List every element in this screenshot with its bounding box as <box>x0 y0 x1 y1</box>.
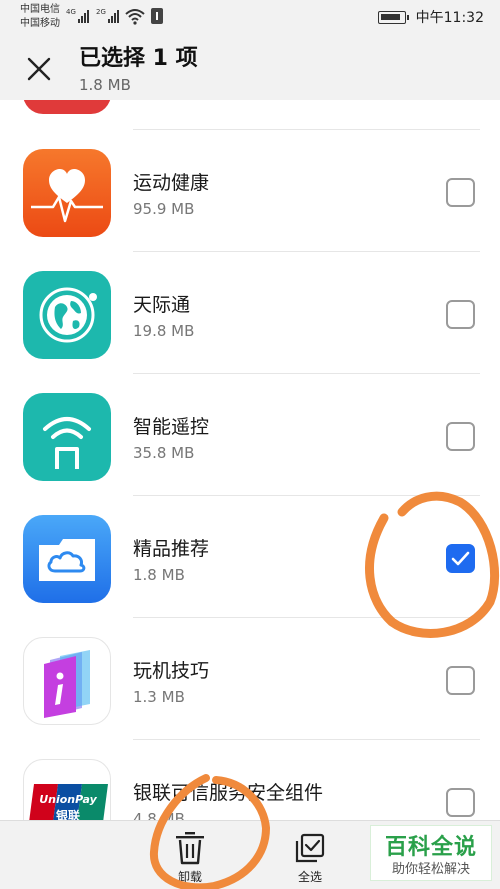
cloud-folder-icon <box>23 515 111 603</box>
uninstall-label: 卸载 <box>177 870 202 884</box>
battery-icon <box>378 11 409 24</box>
status-bar: 中国电信 中国移动 4G 2G 中午11:32 <box>0 0 500 34</box>
heart-icon <box>23 149 111 237</box>
carrier-labels: 中国电信 中国移动 <box>20 3 60 31</box>
list-item[interactable]: 精品推荐 1.8 MB <box>0 496 500 618</box>
remote-icon <box>23 393 111 481</box>
app-name: 运动健康 <box>133 172 210 194</box>
wifi-icon <box>125 9 145 25</box>
unionpay-logo-text: UnionPay <box>39 793 97 806</box>
select-all-button[interactable]: 全选 <box>280 829 340 887</box>
list-item[interactable]: 智能遥控 35.8 MB <box>0 374 500 496</box>
app-size: 1.3 MB <box>133 688 185 706</box>
app-checkbox[interactable] <box>446 666 475 695</box>
app-name: 天际通 <box>133 294 191 316</box>
list-item[interactable]: UnionPay 银联 银联可信服务安全组件 4.8 MB <box>0 740 500 820</box>
page-title: 已选择 1 项 <box>79 46 198 71</box>
watermark-title: 百科全说 <box>384 835 477 860</box>
carrier-2: 中国移动 <box>20 18 60 29</box>
watermark: 百科全说 助你轻松解决 <box>370 825 492 881</box>
app-name: 玩机技巧 <box>133 660 210 682</box>
checkmark-icon <box>451 551 470 566</box>
app-list[interactable]: 运动健康 95.9 MB 天际通 19.8 MB 智能遥控 35.8 MB 精品… <box>0 100 500 820</box>
app-name: 银联可信服务安全组件 <box>133 782 324 804</box>
app-size: 4.8 MB <box>133 810 185 820</box>
app-size: 19.8 MB <box>133 322 195 340</box>
list-item[interactable]: 天际通 19.8 MB <box>0 252 500 374</box>
list-item[interactable]: 玩机技巧 1.3 MB <box>0 618 500 740</box>
signal-2-icon: 2G <box>96 8 119 23</box>
app-size: 35.8 MB <box>133 444 195 462</box>
app-checkbox[interactable] <box>446 300 475 329</box>
carrier-1: 中国电信 <box>20 4 60 15</box>
app-checkbox-checked[interactable] <box>446 544 475 573</box>
network-type-1: 4G <box>66 8 76 16</box>
watermark-subtitle: 助你轻松解决 <box>391 862 470 877</box>
app-checkbox[interactable] <box>446 422 475 451</box>
tips-icon <box>23 637 111 725</box>
uninstall-button[interactable]: 卸载 <box>160 829 220 887</box>
partial-app-row <box>0 100 500 130</box>
app-checkbox[interactable] <box>446 788 475 817</box>
trash-icon <box>176 832 204 865</box>
selection-header: 已选择 1 项 1.8 MB <box>0 34 500 100</box>
selected-size: 1.8 MB <box>79 76 131 94</box>
app-name: 智能遥控 <box>133 416 210 438</box>
partial-app-icon <box>23 100 111 114</box>
select-all-icon <box>295 833 325 863</box>
close-icon[interactable] <box>24 54 54 84</box>
app-size: 95.9 MB <box>133 200 195 218</box>
unionpay-logo-cn: 银联 <box>56 808 80 820</box>
app-checkbox[interactable] <box>446 178 475 207</box>
app-size: 1.8 MB <box>133 566 185 584</box>
clock: 中午11:32 <box>415 10 484 26</box>
signal-1-icon: 4G <box>66 8 89 23</box>
unionpay-icon: UnionPay 银联 <box>23 759 111 820</box>
list-item[interactable]: 运动健康 95.9 MB <box>0 130 500 252</box>
globe-icon <box>23 271 111 359</box>
notification-icon <box>151 8 163 24</box>
app-name: 精品推荐 <box>133 538 210 560</box>
select-all-label: 全选 <box>297 870 322 884</box>
network-type-2: 2G <box>96 8 106 16</box>
